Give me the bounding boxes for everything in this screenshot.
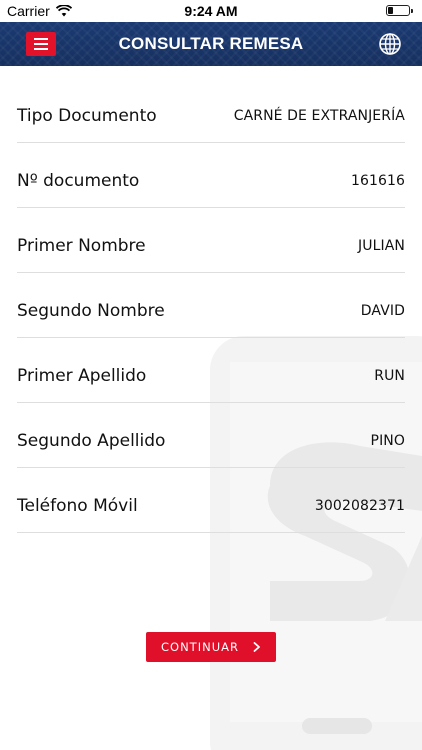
first-surname-value: RUN [374, 368, 405, 384]
document-number-value: 161616 [350, 173, 405, 189]
mobile-phone-value: 3002082371 [314, 498, 405, 514]
document-type-label: Tipo Documento [17, 106, 157, 126]
form-row-second-name: Segundo Nombre DAVID [17, 273, 405, 338]
document-number-label: Nº documento [17, 171, 140, 191]
page-title: CONSULTAR REMESA [118, 34, 304, 53]
continue-button-label: CONTINUAR [161, 640, 239, 654]
second-name-value: DAVID [360, 303, 405, 319]
second-name-label: Segundo Nombre [17, 301, 165, 321]
remittance-form: Tipo Documento CARNÉ DE EXTRANJERÍA Nº d… [17, 66, 405, 533]
globe-icon[interactable] [378, 32, 402, 56]
nav-header: CONSULTAR REMESA [0, 22, 422, 66]
form-row-document-number: Nº documento 161616 [17, 143, 405, 208]
form-row-mobile-phone: Teléfono Móvil 3002082371 [17, 468, 405, 533]
form-row-document-type: Tipo Documento CARNÉ DE EXTRANJERÍA [17, 66, 405, 143]
second-surname-value: PINO [370, 433, 405, 449]
battery-icon [386, 5, 413, 16]
status-time: 9:24 AM [184, 3, 238, 19]
first-name-label: Primer Nombre [17, 236, 146, 256]
continue-button[interactable]: CONTINUAR [146, 632, 276, 662]
form-row-first-name: Primer Nombre JULIAN [17, 208, 405, 273]
form-row-first-surname: Primer Apellido RUN [17, 338, 405, 403]
mobile-phone-label: Teléfono Móvil [17, 496, 138, 516]
first-name-value: JULIAN [358, 238, 405, 254]
second-surname-label: Segundo Apellido [17, 431, 166, 451]
chevron-right-icon [253, 642, 260, 652]
form-row-second-surname: Segundo Apellido PINO [17, 403, 405, 468]
first-surname-label: Primer Apellido [17, 366, 147, 386]
status-bar: Carrier 9:24 AM [0, 0, 422, 22]
document-type-value: CARNÉ DE EXTRANJERÍA [233, 108, 405, 124]
